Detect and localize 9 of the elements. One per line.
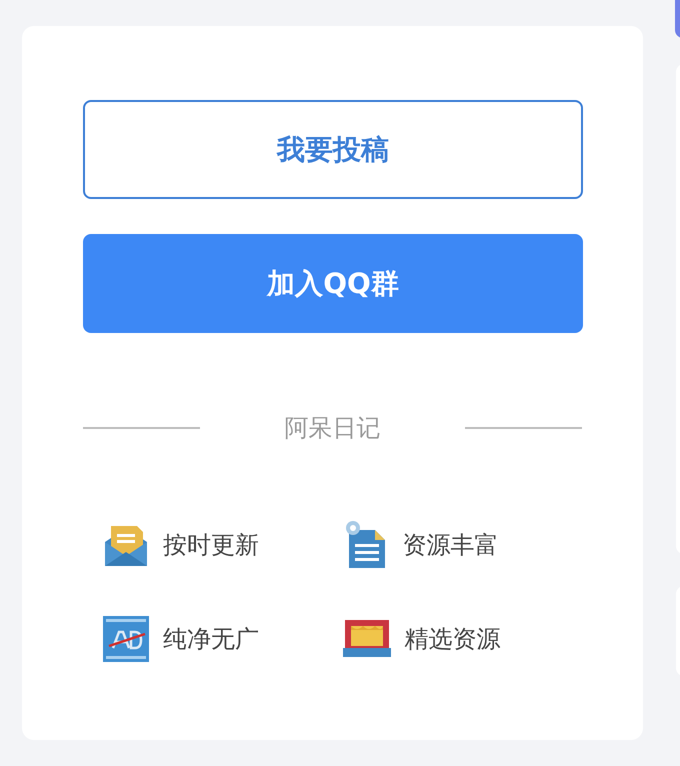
stage-icon [342, 620, 390, 658]
section-title: 阿呆日记 [284, 413, 382, 444]
feature-label: 按时更新 [163, 530, 259, 561]
join-group-button[interactable]: 加入QQ群 [83, 234, 583, 333]
feature-label: 纯净无广 [163, 624, 259, 655]
feature-label: 精选资源 [404, 624, 500, 655]
submit-button[interactable]: 我要投稿 [83, 100, 583, 199]
feature-label: 资源丰富 [402, 530, 498, 561]
ad-blocked-icon [103, 616, 149, 662]
